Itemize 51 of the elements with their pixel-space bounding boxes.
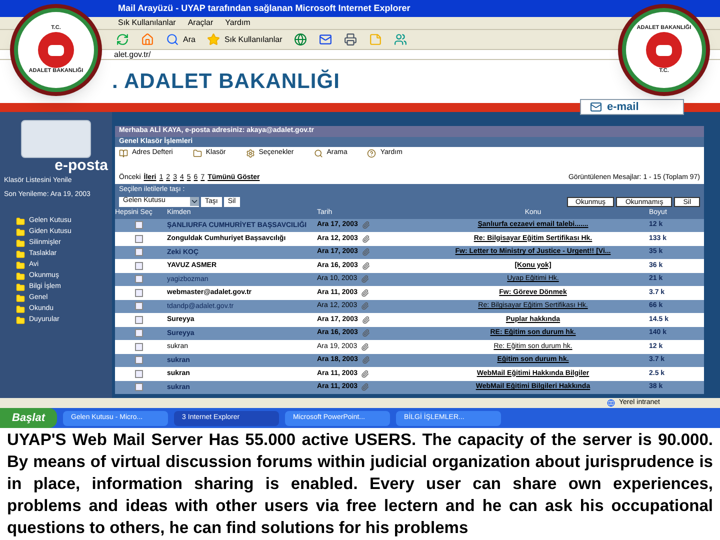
folder-icon — [16, 239, 25, 248]
window-title: Mail Arayüzü - UYAP tarafından sağlanan Microsoft Internet Explorer — [118, 2, 410, 15]
row-checkbox[interactable] — [135, 221, 143, 230]
folder-icon — [16, 228, 25, 237]
row-checkbox[interactable] — [135, 262, 143, 270]
row-checkbox[interactable] — [135, 356, 143, 364]
folder-icon — [16, 250, 25, 259]
search-icon — [166, 33, 179, 46]
folder-icon — [16, 283, 25, 292]
row-checkbox[interactable] — [135, 370, 143, 378]
dropdown-arrow-icon — [190, 197, 199, 206]
print-icon[interactable] — [344, 33, 358, 46]
row-checkbox[interactable] — [135, 383, 143, 392]
row-checkbox[interactable] — [135, 275, 143, 284]
folder-icon — [16, 261, 25, 270]
mail-icon[interactable] — [319, 33, 332, 46]
row-checkbox[interactable] — [135, 316, 143, 324]
search-button[interactable]: Ara — [166, 33, 196, 46]
favorites-button[interactable]: Sık Kullanılanlar — [207, 33, 282, 46]
action-icon — [246, 149, 255, 158]
folder-icon — [16, 294, 25, 303]
row-checkbox[interactable] — [135, 234, 143, 243]
row-checkbox[interactable] — [135, 302, 143, 310]
refresh-icon[interactable] — [116, 33, 129, 46]
action-icon — [314, 149, 323, 158]
email-button[interactable]: e-mail — [580, 99, 684, 115]
users-icon[interactable] — [394, 33, 408, 46]
mail-icon — [589, 101, 603, 113]
folder-icon — [16, 316, 25, 325]
brand-text: e-posta — [54, 158, 109, 173]
caption-paragraph: UYAP'S Web Mail Server Has 55.000 active USERS. The capacity of the server is 90.000. By means of virtual discussion forums within judicial organization about jurisprudence is in place, information sharing is enabled. Every user can share own experiences, problems and ideas with other users via free lectern and he can ask his occupational questions to others, he can find solutions for his problems — [6, 430, 714, 539]
intranet-icon — [607, 399, 615, 407]
folder-icon — [16, 217, 25, 226]
row-checkbox[interactable] — [135, 329, 143, 338]
folder-icon — [16, 305, 25, 314]
note-icon[interactable] — [369, 33, 382, 46]
menu-item[interactable]: Araçlar — [188, 17, 214, 29]
row-checkbox[interactable] — [135, 342, 143, 351]
action-icon — [192, 149, 202, 158]
row-checkbox[interactable] — [135, 248, 143, 256]
menu-item[interactable]: Sık Kullanılanlar — [118, 17, 176, 29]
start-button[interactable]: Başlat — [0, 408, 58, 428]
row-checkbox[interactable] — [135, 288, 143, 297]
star-icon — [207, 33, 220, 46]
menu-item[interactable]: Yardım — [225, 17, 250, 29]
home-icon[interactable] — [141, 33, 154, 46]
folder-icon — [16, 272, 25, 281]
action-icon — [119, 149, 128, 158]
banner-title: . ADALET BAKANLIĞI — [112, 68, 340, 95]
action-icon — [367, 149, 376, 158]
globe-icon[interactable] — [294, 33, 308, 46]
